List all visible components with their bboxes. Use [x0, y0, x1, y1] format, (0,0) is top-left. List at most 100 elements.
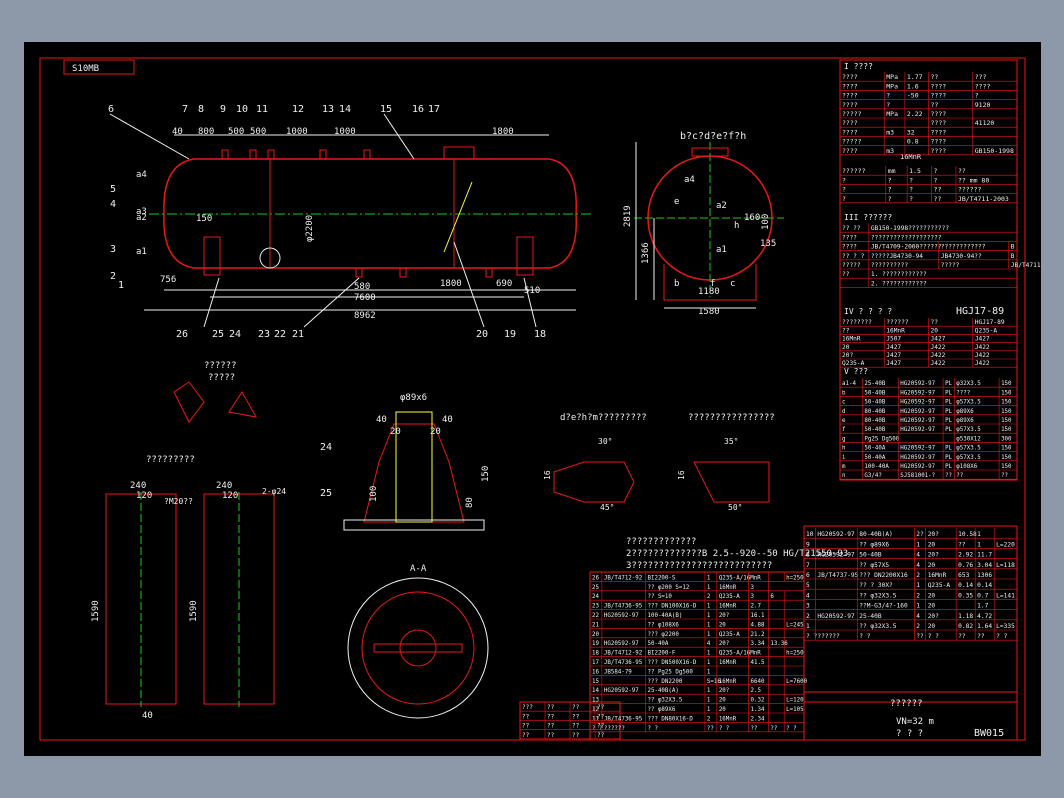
- table-cell: ? ?: [928, 633, 939, 640]
- table-cell: HG20592-97: [900, 418, 935, 424]
- side-nozzle-b: b: [674, 279, 679, 289]
- weld-50: 50°: [728, 503, 742, 512]
- saddle-100: 100: [369, 486, 379, 502]
- callout-22: 22: [274, 329, 286, 340]
- table-cell: ????: [842, 244, 857, 251]
- table-cell: 50-40B: [864, 400, 885, 406]
- table-cell: J422: [975, 352, 990, 359]
- table-cell: 50-40A: [647, 641, 668, 647]
- table-cell: HG20592-97: [604, 688, 639, 694]
- callout-2: 2: [110, 271, 116, 282]
- spec-tables: I ???? III ?????? IV ? ? ? ? HGJ17-89 V …: [839, 59, 1059, 481]
- dim-7600: 7600: [354, 293, 376, 303]
- table-cell: 150: [1001, 381, 1012, 387]
- table-cell: J507: [886, 336, 901, 343]
- table-cell: 20: [928, 562, 936, 569]
- table-cell: ?: [975, 92, 979, 100]
- table-cell: Pg25 Dg500: [864, 436, 899, 442]
- table-cell: m: [842, 464, 846, 470]
- table-cell: -50: [907, 92, 919, 100]
- table-cell: 20?: [719, 688, 729, 694]
- side-nozzle-a2: a2: [716, 201, 727, 211]
- table-cell: BI2200-F: [647, 651, 675, 657]
- callout-14: 14: [339, 104, 351, 115]
- table-cell: 50-40B: [864, 390, 885, 396]
- table-cell: ????: [931, 147, 947, 155]
- top-nozzle: [249, 149, 257, 160]
- table-cell: 17: [592, 660, 599, 666]
- table-cell: 2: [916, 592, 920, 599]
- table-cell: G3/4?: [864, 473, 881, 479]
- detail1-shape: [173, 381, 205, 423]
- saddle-80: 80: [465, 497, 475, 508]
- saddle-body: [363, 423, 465, 523]
- table-cell: ?? φ32X3.5: [859, 623, 897, 630]
- detail-1: ?????? ?????: [173, 361, 257, 423]
- detail1-sub: ?????: [208, 373, 235, 383]
- table-cell: 16MnR: [719, 716, 737, 722]
- table-cell: 16MnR: [719, 604, 737, 610]
- table-cell: n: [842, 473, 846, 479]
- side-nozzle-a4: a4: [684, 175, 695, 185]
- table-cell: 1: [707, 669, 711, 675]
- table-cell: 13.36: [770, 641, 788, 647]
- table-cell: ??: [547, 732, 555, 739]
- table-cell: ??: [770, 726, 777, 732]
- detail3-title: d?e?h?m?????????: [560, 413, 647, 423]
- title-line2: VN=32 m: [896, 717, 934, 727]
- side-dim-135: 135: [760, 239, 776, 249]
- table-cell: ??: [572, 704, 580, 711]
- callout-26: 26: [176, 329, 188, 340]
- dim-500a: 500: [228, 127, 244, 137]
- table-cell: 1: [707, 660, 711, 666]
- table-cell: mm: [888, 167, 896, 175]
- dim-phi2200: φ2200: [305, 215, 315, 242]
- table-cell: 18: [592, 651, 599, 657]
- table-cell: 4.88: [751, 622, 765, 628]
- table-cell: ??? φ2200: [647, 632, 679, 638]
- plate-120b: 120: [222, 491, 238, 501]
- table-cell: ????: [931, 119, 947, 127]
- callout-13: 13: [322, 104, 334, 115]
- table-cell: GB150-1998: [975, 147, 1014, 155]
- table-cell: ??: [547, 723, 555, 730]
- plate-note-a: ?M20??: [164, 497, 193, 506]
- table-cell: HG20592-97: [900, 446, 935, 452]
- table-cell: ?: [909, 195, 913, 203]
- table-cell: 4.72: [977, 613, 992, 620]
- callout-19: 19: [504, 329, 516, 340]
- table-cell: ????: [842, 92, 858, 100]
- table-cell: 150: [1001, 409, 1012, 415]
- detail1-shape: [228, 391, 257, 418]
- table-cell: φ57X3.5: [956, 446, 981, 452]
- table-cell: ??: [572, 723, 580, 730]
- table-cell: 0.8: [907, 138, 919, 146]
- table-cell: ??: [956, 473, 963, 479]
- table-cell: 2.34: [751, 716, 765, 722]
- side-dim-1366: 1366: [641, 242, 651, 264]
- callout-23: 23: [258, 329, 270, 340]
- table-cell: HG20592-97: [604, 641, 639, 647]
- table-cell: 80-40B(A): [859, 531, 893, 538]
- table-cell: 25-40B: [864, 381, 885, 387]
- table-cell: JB/T4712-92: [604, 575, 642, 581]
- table-cell: ?????JB4730-94: [871, 253, 923, 260]
- table-cell: J427: [886, 352, 901, 359]
- design-table-grid: ???? MPa 1.77????????? MPa 1.6????????????? -…: [840, 72, 1017, 156]
- table-cell: 20?: [719, 641, 729, 647]
- table-cell: 3: [751, 585, 755, 591]
- table-cell: ??: [522, 732, 530, 739]
- table-cell: GB150-1998???????????: [871, 225, 950, 232]
- drawing-sheet: S10MB 6 7 8 9 10 11 12 13 14 15 16 17 5 …: [24, 42, 1059, 756]
- table-cell: ????????????: [941, 244, 986, 251]
- dim-150: 150: [196, 214, 212, 224]
- table-cell: ??: [547, 704, 555, 711]
- table-cell: 25-40B: [859, 613, 882, 620]
- table-cell: 20: [931, 327, 939, 334]
- saddle-40a: 40: [376, 415, 387, 425]
- dim-40: 40: [172, 127, 183, 137]
- table-cell: 80-40B: [864, 409, 885, 415]
- table-cell: PL: [945, 390, 952, 396]
- callout-18: 18: [534, 329, 546, 340]
- leader-line: [383, 113, 415, 160]
